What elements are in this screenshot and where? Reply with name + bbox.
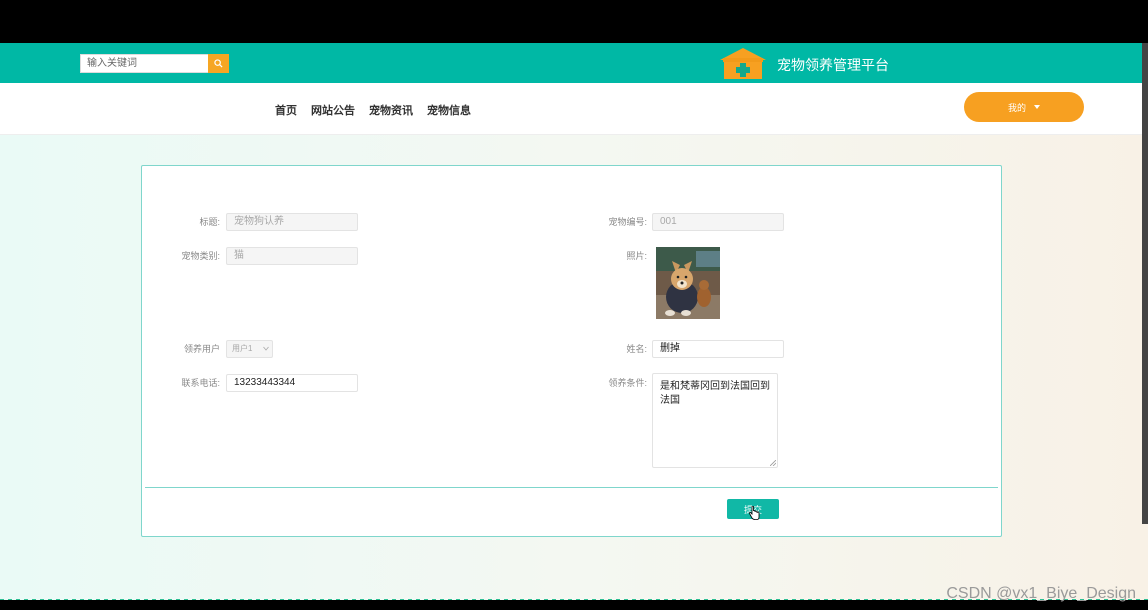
pet-house-logo-icon (720, 48, 766, 79)
adopter-select[interactable]: 用户1 (226, 340, 273, 358)
pet-photo (656, 247, 720, 319)
phone-field[interactable]: 13233443344 (226, 374, 358, 392)
pet-number-field: 001 (652, 213, 784, 231)
nav-bar: 首页 网站公告 宠物资讯 宠物信息 我的 (0, 83, 1148, 135)
caret-down-icon (1034, 105, 1040, 109)
my-menu-label: 我的 (1007, 102, 1026, 113)
dog-photo-image (656, 247, 720, 319)
nav-item-news[interactable]: 宠物资讯 (369, 102, 413, 118)
main-nav: 首页 网站公告 宠物资讯 宠物信息 (275, 102, 471, 118)
site-title: 宠物领养管理平台 (777, 57, 889, 73)
form-divider (145, 487, 998, 488)
resize-grip-icon[interactable] (770, 460, 776, 466)
top-bar: 宠物领养管理平台 (0, 43, 1148, 83)
watermark: CSDN @vx1_Biye_Design (946, 585, 1136, 602)
search-icon (214, 59, 223, 68)
title-field: 宠物狗认养 (226, 213, 358, 231)
adopter-select-value: 用户1 (232, 344, 253, 353)
nav-item-home[interactable]: 首页 (275, 102, 297, 118)
page: 宠物领养管理平台 首页 网站公告 宠物资讯 宠物信息 我的 标题: 宠物狗认养 … (0, 43, 1148, 600)
adoption-form-card: 标题: 宠物狗认养 宠物编号: 001 宠物类别: 猫 照片: 领养用户 用户1… (141, 165, 1002, 537)
search-input[interactable] (80, 54, 208, 73)
my-menu-button[interactable]: 我的 (964, 92, 1084, 122)
conditions-textarea[interactable]: 是和梵蒂冈回到法国回到法国 (652, 373, 778, 468)
pet-type-label: 宠物类别: (181, 251, 220, 261)
pet-type-field: 猫 (226, 247, 358, 265)
name-label: 姓名: (626, 344, 647, 354)
page-scrollbar[interactable] (1142, 43, 1148, 524)
title-label: 标题: (199, 217, 220, 227)
photo-label: 照片: (626, 251, 647, 261)
nav-item-pet-info[interactable]: 宠物信息 (427, 102, 471, 118)
name-field[interactable]: 删掉 (652, 340, 784, 358)
search-button[interactable] (208, 54, 229, 73)
search-box (80, 54, 229, 73)
nav-item-announcements[interactable]: 网站公告 (311, 102, 355, 118)
pet-number-label: 宠物编号: (608, 217, 647, 227)
conditions-text: 是和梵蒂冈回到法国回到法国 (660, 381, 770, 406)
hand-cursor-icon (749, 506, 760, 520)
phone-label: 联系电话: (181, 378, 220, 388)
adopter-label: 领养用户 (183, 344, 220, 354)
conditions-label: 领养条件: (608, 378, 647, 388)
chevron-down-icon (263, 341, 269, 363)
